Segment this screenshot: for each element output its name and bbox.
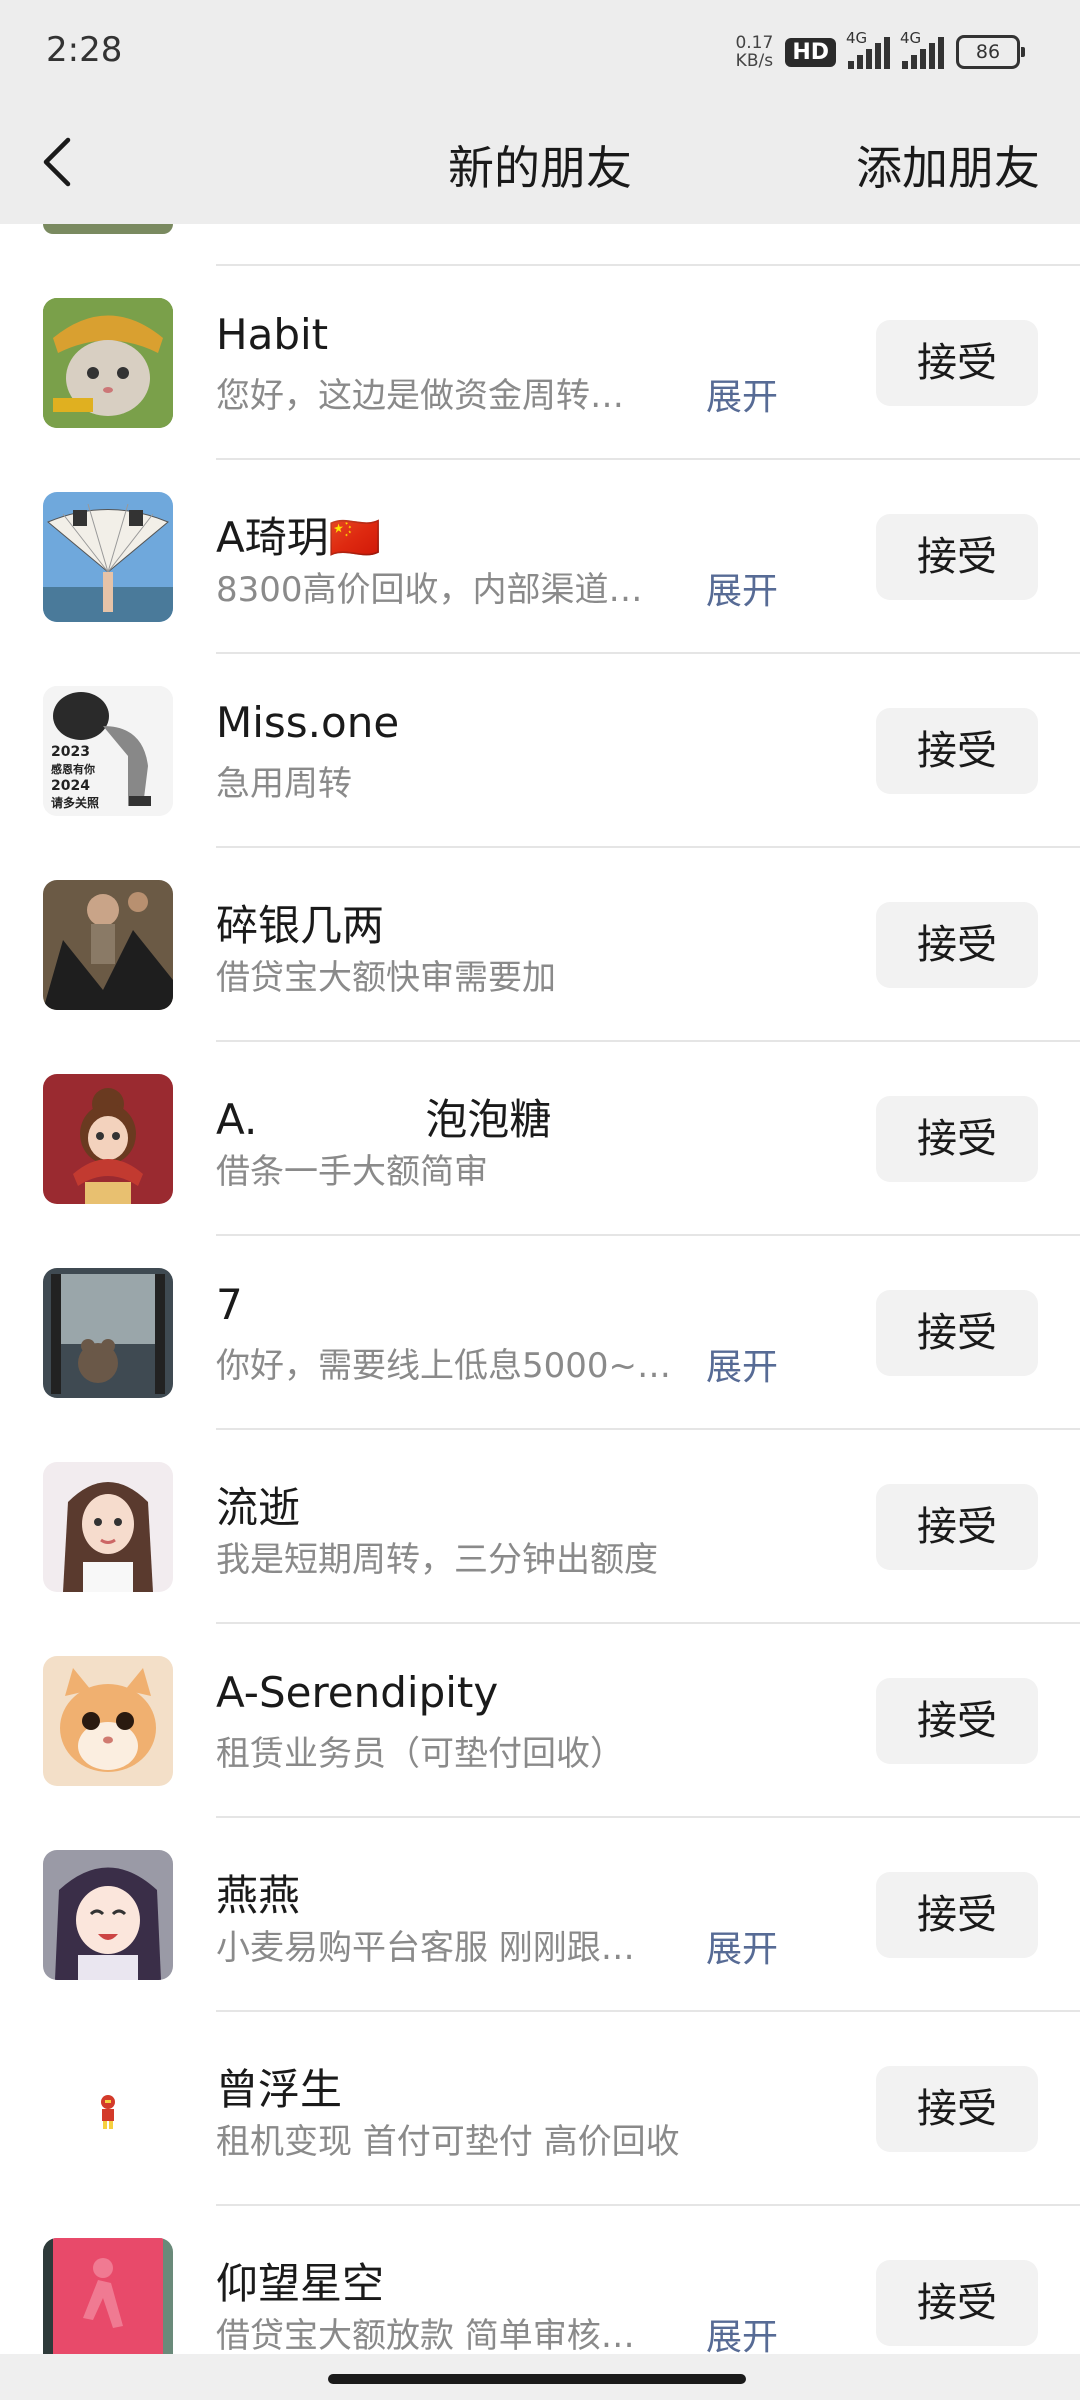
avatar — [43, 2044, 173, 2174]
requester-name: 燕燕 — [216, 1871, 301, 1920]
accept-button[interactable]: 接受 — [876, 514, 1038, 600]
request-message: 你好，需要线上低息5000~… — [216, 1346, 672, 1386]
avatar — [43, 1462, 173, 1592]
hd-voice-icon: HD — [785, 37, 836, 67]
requester-name: 碎银几两 — [216, 901, 385, 950]
add-friend-button[interactable]: 添加朋友 — [856, 132, 1040, 198]
signal-icon: 4G — [846, 29, 890, 69]
requester-name: A. 泡泡糖 — [216, 1095, 552, 1144]
home-indicator[interactable] — [328, 2374, 746, 2384]
request-message: 租机变现 首付可垫付 高价回收 — [216, 2122, 680, 2162]
gesture-bar-area — [0, 2354, 1080, 2400]
accept-button[interactable]: 接受 — [876, 1096, 1038, 1182]
friend-request-row[interactable]: A-Serendipity 租赁业务员（可垫付回收） 接受 — [0, 1624, 1080, 1818]
request-message: 急用周转 — [216, 764, 352, 804]
requester-name: Habit — [216, 310, 329, 359]
accept-button[interactable]: 接受 — [876, 708, 1038, 794]
avatar: 2023 感恩有你 2024 请多关照 — [43, 686, 173, 816]
back-button[interactable] — [28, 130, 92, 194]
avatar — [43, 880, 173, 1010]
requester-name: 7 — [216, 1280, 243, 1329]
accept-button[interactable]: 接受 — [876, 2260, 1038, 2346]
avatar — [43, 492, 173, 622]
request-message: 8300高价回收，内部渠道… — [216, 570, 643, 610]
accept-button[interactable]: 接受 — [876, 1484, 1038, 1570]
expand-link[interactable]: 展开 — [706, 1338, 778, 1390]
expand-link[interactable]: 展开 — [706, 2308, 778, 2354]
request-message: 借贷宝大额快审需要加 — [216, 958, 556, 998]
friend-request-row[interactable]: Habit 您好，这边是做资金周转… 展开 接受 — [0, 266, 1080, 460]
signal-label: 4G — [846, 29, 868, 47]
accept-button[interactable]: 接受 — [876, 1872, 1038, 1958]
friend-request-row[interactable]: 曾浮生 租机变现 首付可垫付 高价回收 接受 — [0, 2012, 1080, 2206]
avatar-text: 感恩有你 — [51, 763, 95, 776]
request-message: 借贷宝大额放款 简单审核… — [216, 2316, 635, 2354]
expand-link[interactable]: 展开 — [706, 368, 778, 420]
accept-button[interactable]: 接受 — [876, 1290, 1038, 1376]
requester-name: 曾浮生 — [216, 2065, 343, 2114]
nav-bar: 新的朋友 添加朋友 — [0, 104, 1080, 224]
requester-name: A-Serendipity — [216, 1668, 499, 1717]
avatar — [43, 2238, 173, 2354]
friend-request-row[interactable]: 燕燕 小麦易购平台客服 刚刚跟… 展开 接受 — [0, 1818, 1080, 2012]
request-message: 小麦易购平台客服 刚刚跟… — [216, 1928, 635, 1968]
avatar — [43, 298, 173, 428]
requester-name: A琦玥🇨🇳 — [216, 513, 382, 562]
avatar — [43, 1074, 173, 1204]
friend-request-row[interactable]: A. 泡泡糖 借条一手大额简审 接受 — [0, 1042, 1080, 1236]
avatar-text: 2024 — [51, 778, 90, 794]
friend-request-row[interactable]: 2023 感恩有你 2024 请多关照 Miss.one 急用周转 接受 — [0, 654, 1080, 848]
request-message: 我是短期周转，三分钟出额度 — [216, 1540, 658, 1580]
net-speed-value: 0.17 — [735, 33, 774, 53]
avatar — [43, 1850, 173, 1980]
request-message: 租赁业务员（可垫付回收） — [216, 1734, 624, 1774]
chevron-left-icon — [43, 137, 71, 187]
page-title: 新的朋友 — [448, 141, 632, 195]
net-speed: 0.17 KB/s — [735, 34, 773, 70]
status-time: 2:28 — [46, 30, 123, 70]
friend-request-row[interactable]: 7 你好，需要线上低息5000~… 展开 接受 — [0, 1236, 1080, 1430]
friend-request-row[interactable]: 仰望星空 借贷宝大额放款 简单审核… 展开 接受 — [0, 2206, 1080, 2354]
expand-link[interactable]: 展开 — [706, 1920, 778, 1972]
net-speed-unit: KB/s — [735, 51, 774, 71]
avatar — [43, 1268, 173, 1398]
avatar-text: 请多关照 — [51, 796, 100, 810]
signal-icon: 4G — [900, 29, 944, 69]
friend-request-row[interactable]: A琦玥🇨🇳 8300高价回收，内部渠道… 展开 接受 — [0, 460, 1080, 654]
signal-label: 4G — [900, 29, 922, 47]
expand-link[interactable]: 展开 — [706, 562, 778, 614]
status-indicators: 0.17 KB/s HD 4G 4G 86 — [735, 29, 1025, 72]
accept-button[interactable]: 接受 — [876, 902, 1038, 988]
requester-name: 流逝 — [216, 1483, 301, 1532]
requester-name: Miss.one — [216, 698, 400, 747]
avatar — [43, 224, 173, 234]
requester-name: 仰望星空 — [216, 2259, 385, 2308]
avatar — [43, 1656, 173, 1786]
friend-request-row[interactable]: 碎银几两 借贷宝大额快审需要加 接受 — [0, 848, 1080, 1042]
request-message: 您好，这边是做资金周转… — [216, 376, 624, 416]
avatar-text: 2023 — [51, 744, 90, 760]
accept-button[interactable]: 接受 — [876, 320, 1038, 406]
request-message: 借条一手大额简审 — [216, 1152, 488, 1192]
status-bar: 2:28 0.17 KB/s HD 4G 4G 86 — [0, 0, 1080, 104]
friend-request-list: Habit 您好，这边是做资金周转… 展开 接受 A琦玥🇨🇳 8300高价回收，… — [0, 224, 1080, 2354]
accept-button[interactable]: 接受 — [876, 1678, 1038, 1764]
friend-request-row[interactable]: 流逝 我是短期周转，三分钟出额度 接受 — [0, 1430, 1080, 1624]
accept-button[interactable]: 接受 — [876, 2066, 1038, 2152]
battery-icon: 86 — [956, 35, 1025, 69]
